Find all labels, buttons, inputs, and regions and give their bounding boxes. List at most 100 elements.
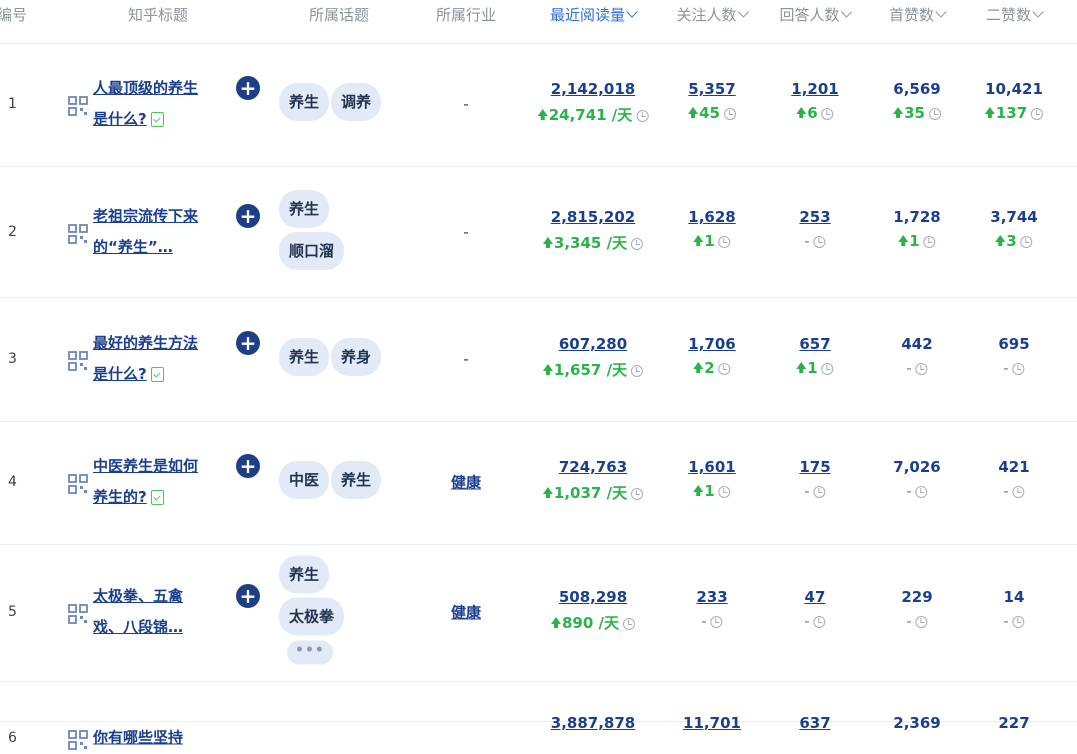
second-likes-cell: 3,744 3	[990, 208, 1037, 250]
topic-tag[interactable]: 养生	[279, 83, 330, 121]
reads-value[interactable]: 2,815,202	[543, 208, 643, 226]
topic-tag[interactable]: 顺口溜	[279, 232, 345, 270]
first-likes-value: 7,026	[893, 458, 941, 476]
topic-tag[interactable]: 中医	[279, 461, 330, 499]
add-button[interactable]: +	[236, 76, 260, 100]
clock-icon[interactable]	[723, 108, 736, 120]
sort-reads-button[interactable]: 最近阅读量	[550, 4, 638, 25]
arrow-up-icon	[984, 107, 995, 118]
add-button[interactable]: +	[236, 584, 260, 608]
header-label: 所属行业	[435, 6, 497, 24]
answers-value[interactable]: 657	[796, 335, 833, 353]
answers-value[interactable]: 637	[799, 714, 830, 732]
add-button[interactable]: +	[236, 331, 260, 355]
clock-icon[interactable]	[821, 363, 834, 375]
clock-icon[interactable]	[710, 616, 723, 628]
answers-value[interactable]: 175	[799, 458, 830, 476]
industry-value[interactable]: 健康	[451, 602, 481, 623]
delta-value: 1	[693, 482, 731, 500]
clock-icon[interactable]	[1012, 486, 1025, 498]
follow-value[interactable]: 5,357	[688, 80, 736, 98]
topic-tag[interactable]: 太极拳	[279, 597, 345, 636]
qr-code-icon[interactable]	[68, 604, 88, 624]
clock-icon[interactable]	[923, 236, 936, 248]
answers-value[interactable]: 47	[804, 588, 826, 606]
topic-tag[interactable]: 养生	[279, 555, 330, 594]
add-button[interactable]: +	[236, 204, 260, 228]
reads-value[interactable]: 607,280	[543, 335, 643, 353]
question-title-link[interactable]: 中医养生是如何养生的?	[93, 451, 203, 513]
table-row: 5 太极拳、五禽戏、八段锦… + 养生 太极拳 ••• 健康 508,298 890 /天 233…	[0, 544, 1077, 682]
clock-icon[interactable]	[915, 486, 928, 498]
reads-value[interactable]: 2,142,018	[538, 80, 649, 98]
clock-icon[interactable]	[1031, 108, 1044, 120]
topic-tags: 养生 调养	[279, 83, 399, 125]
qr-code-icon[interactable]	[68, 224, 88, 244]
question-title-link[interactable]: 最好的养生方法是什么?	[93, 328, 203, 390]
header-label: 关注人数	[676, 6, 737, 24]
question-title-link[interactable]: 老祖宗流传下来的“养生”…	[93, 201, 203, 263]
answers-value[interactable]: 253	[799, 208, 830, 226]
reads-value[interactable]: 3,887,878	[551, 714, 635, 732]
qr-code-icon[interactable]	[68, 474, 88, 494]
clock-icon[interactable]	[631, 238, 644, 250]
topic-tag[interactable]: 养生	[279, 190, 330, 228]
follow-value[interactable]: 233	[696, 588, 727, 606]
follow-cell: 1,628 1	[688, 208, 735, 250]
clock-icon[interactable]	[718, 236, 731, 248]
clock-icon[interactable]	[813, 616, 826, 628]
clock-icon[interactable]	[813, 236, 826, 248]
follow-value[interactable]: 1,706	[688, 335, 735, 353]
clock-icon[interactable]	[1020, 236, 1033, 248]
sort-second-likes-button[interactable]: 二赞数	[985, 4, 1044, 25]
answers-value[interactable]: 1,201	[791, 80, 838, 98]
clock-icon[interactable]	[623, 618, 636, 630]
clock-icon[interactable]	[821, 108, 834, 120]
sort-answers-button[interactable]: 回答人数	[779, 4, 853, 25]
question-title-link[interactable]: 你有哪些坚持	[93, 723, 203, 754]
delta-text: 1	[909, 232, 920, 250]
follow-value[interactable]: 1,601	[688, 458, 735, 476]
arrow-up-icon	[693, 485, 704, 496]
qr-code-icon[interactable]	[68, 730, 88, 750]
delta-text: 35	[904, 104, 925, 122]
topic-tag[interactable]: 调养	[331, 83, 382, 121]
delta-value: -	[906, 482, 928, 500]
clock-icon[interactable]	[813, 486, 826, 498]
chevron-down-icon	[840, 6, 853, 18]
arrow-up-icon	[893, 107, 904, 118]
sort-followers-button[interactable]: 关注人数	[676, 4, 750, 25]
clock-icon[interactable]	[915, 363, 928, 375]
industry-value[interactable]: 健康	[451, 472, 481, 493]
delta-value: -	[1003, 482, 1025, 500]
clock-icon[interactable]	[1012, 616, 1025, 628]
chevron-down-icon	[737, 6, 750, 18]
delta-value: 1,657 /天	[542, 359, 644, 380]
clock-icon[interactable]	[718, 363, 731, 375]
topic-tag[interactable]: 养生	[279, 338, 330, 376]
clock-icon[interactable]	[1012, 363, 1025, 375]
question-title-link[interactable]: 人最顶级的养生是什么?	[93, 73, 203, 135]
follow-value[interactable]: 11,701	[683, 714, 741, 732]
clock-icon[interactable]	[718, 486, 731, 498]
question-title-link[interactable]: 太极拳、五禽戏、八段锦…	[93, 581, 203, 643]
clock-icon[interactable]	[915, 616, 928, 628]
more-topics-button[interactable]: •••	[287, 640, 333, 665]
delta-value: 3,345 /天	[542, 232, 644, 253]
topic-tag[interactable]: 养生	[331, 461, 382, 499]
topic-tag[interactable]: 养身	[331, 338, 382, 376]
clock-icon[interactable]	[636, 110, 649, 122]
chevron-down-icon	[1032, 6, 1044, 18]
qr-code-icon[interactable]	[68, 96, 88, 116]
clock-icon[interactable]	[631, 488, 644, 500]
header-industry: 所属行业	[436, 4, 496, 25]
reads-value[interactable]: 508,298	[551, 588, 635, 606]
clock-icon[interactable]	[928, 108, 941, 120]
follow-value[interactable]: 1,628	[688, 208, 735, 226]
qr-code-icon[interactable]	[68, 351, 88, 371]
clock-icon[interactable]	[631, 365, 644, 377]
header-label: 二赞数	[985, 6, 1032, 24]
add-button[interactable]: +	[236, 454, 260, 478]
reads-value[interactable]: 724,763	[543, 458, 643, 476]
sort-first-likes-button[interactable]: 首赞数	[889, 4, 947, 25]
